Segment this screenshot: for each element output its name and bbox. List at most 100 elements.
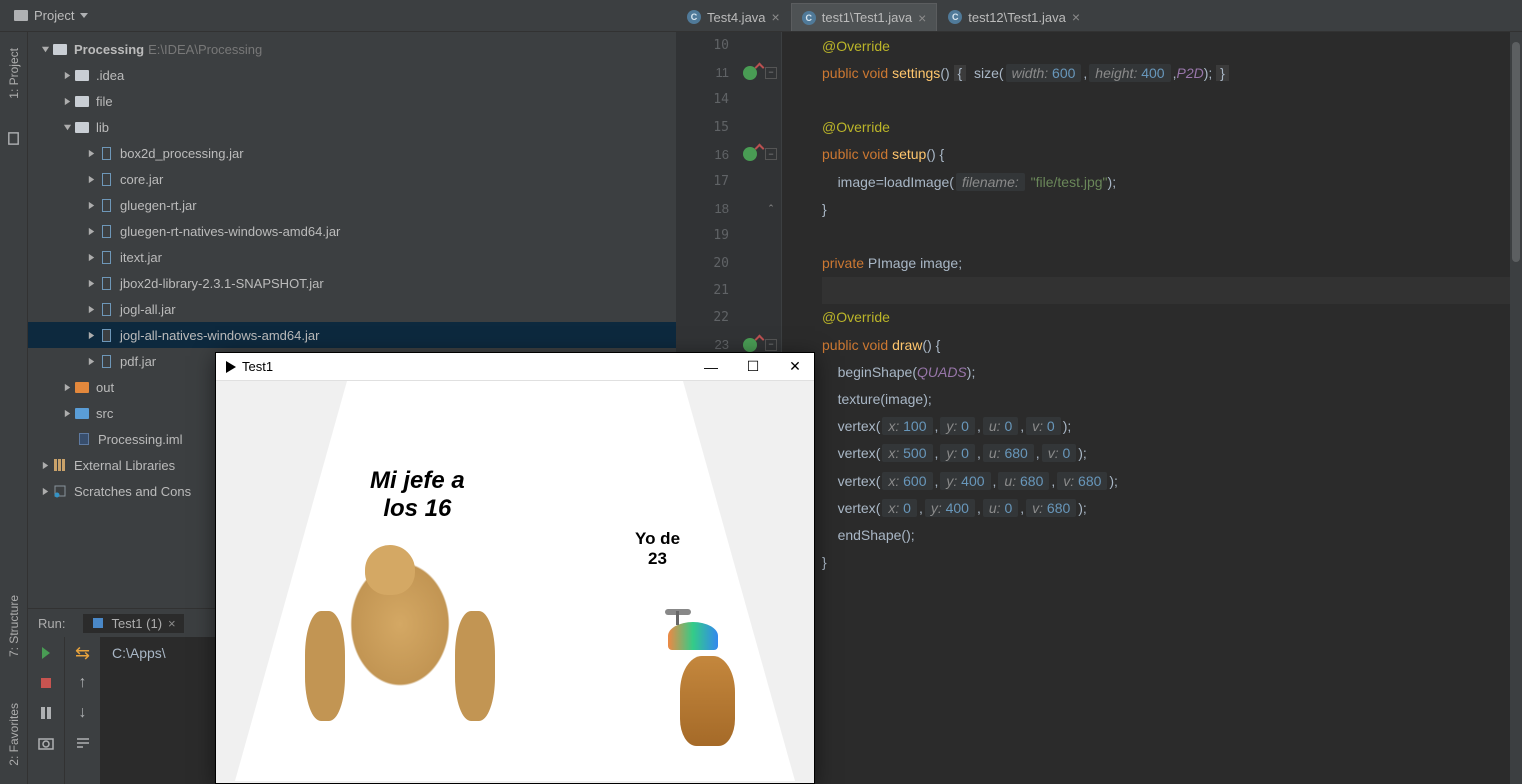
close-icon[interactable]: × bbox=[772, 9, 780, 25]
down-icon[interactable]: ↓ bbox=[73, 703, 93, 723]
code-line: beginShape(QUADS); bbox=[822, 358, 1522, 385]
meme-text-right: Yo de 23 bbox=[635, 529, 680, 569]
root-name: Processing bbox=[74, 42, 144, 57]
propeller-hat bbox=[665, 609, 691, 615]
editor-tabs: C Test4.java × C test1\Test1.java × C te… bbox=[676, 0, 1522, 32]
code-line: @Override bbox=[822, 304, 1522, 331]
code-line: @Override bbox=[822, 114, 1522, 141]
sidebar-tab-favorites[interactable]: 2: Favorites bbox=[5, 695, 23, 774]
code-line: vertex(x: 600,y: 400,u: 680,v: 680); bbox=[822, 467, 1522, 494]
line-number: 23 bbox=[715, 337, 729, 352]
file-icon[interactable] bbox=[6, 131, 22, 147]
run-tools-right: ⇆ ↑ ↓ bbox=[64, 637, 100, 784]
code-line: vertex(x: 500,y: 0,u: 680,v: 0); bbox=[822, 440, 1522, 467]
wrap-icon[interactable] bbox=[73, 733, 93, 753]
folder-icon bbox=[14, 10, 28, 21]
editor-tab-1[interactable]: C test1\Test1.java × bbox=[791, 3, 938, 31]
close-icon[interactable]: ✕ bbox=[786, 358, 804, 376]
class-icon: C bbox=[948, 10, 962, 24]
code-line: public void setup() { bbox=[822, 141, 1522, 168]
line-number: 22 bbox=[676, 304, 781, 331]
chevron-down-icon bbox=[80, 13, 88, 18]
code-line: @Override bbox=[822, 32, 1522, 59]
editor-scrollbar[interactable] bbox=[1510, 32, 1522, 784]
close-icon[interactable]: × bbox=[918, 10, 926, 26]
line-number: 20 bbox=[676, 250, 781, 277]
tree-jar[interactable]: jbox2d-library-2.3.1-SNAPSHOT.jar bbox=[28, 270, 676, 296]
tree-jar[interactable]: core.jar bbox=[28, 166, 676, 192]
editor-tab-0[interactable]: C Test4.java × bbox=[676, 3, 791, 31]
line-number: 17 bbox=[676, 168, 781, 195]
tree-jar-selected[interactable]: jogl-all-natives-windows-amd64.jar bbox=[28, 322, 676, 348]
project-dropdown[interactable]: Project bbox=[8, 6, 94, 25]
project-label: Project bbox=[34, 8, 74, 23]
root-path: E:\IDEA\Processing bbox=[148, 42, 262, 57]
tree-jar[interactable]: gluegen-rt.jar bbox=[28, 192, 676, 218]
code-line: } bbox=[822, 195, 1522, 222]
class-icon: C bbox=[687, 10, 701, 24]
tree-jar[interactable]: jogl-all.jar bbox=[28, 296, 676, 322]
tree-jar[interactable]: itext.jar bbox=[28, 244, 676, 270]
class-icon: C bbox=[802, 11, 816, 25]
code-line bbox=[822, 222, 1522, 249]
pause-icon[interactable] bbox=[36, 703, 56, 723]
meme-text-left: Mi jefe a los 16 bbox=[370, 467, 465, 523]
doge-strong-image bbox=[295, 561, 505, 771]
line-number: 14 bbox=[676, 86, 781, 113]
code-line: image=loadImage(filename: "file/test.jpg… bbox=[822, 168, 1522, 195]
code-line: vertex(x: 100,y: 0,u: 0,v: 0); bbox=[822, 413, 1522, 440]
line-number: 10 bbox=[676, 32, 781, 59]
minimize-icon[interactable]: — bbox=[702, 358, 720, 376]
code-line: } bbox=[822, 549, 1522, 576]
run-tab[interactable]: Test1 (1) × bbox=[83, 614, 183, 633]
processing-canvas: Mi jefe a los 16 Yo de 23 bbox=[216, 381, 814, 783]
fold-icon[interactable]: − bbox=[765, 339, 777, 351]
processing-window: Test1 — ☐ ✕ Mi jefe a los 16 Yo de 23 bbox=[215, 352, 815, 784]
line-number: 19 bbox=[676, 222, 781, 249]
tree-folder-idea[interactable]: .idea bbox=[28, 62, 676, 88]
override-icon[interactable] bbox=[743, 338, 757, 352]
override-icon[interactable] bbox=[743, 66, 757, 80]
sidebar-tab-structure[interactable]: 7: Structure bbox=[5, 587, 23, 665]
code-line bbox=[822, 86, 1522, 113]
up-icon[interactable]: ↑ bbox=[73, 673, 93, 693]
tree-jar[interactable]: gluegen-rt-natives-windows-amd64.jar bbox=[28, 218, 676, 244]
window-titlebar[interactable]: Test1 — ☐ ✕ bbox=[216, 353, 814, 381]
run-label: Run: bbox=[38, 616, 65, 631]
close-icon[interactable]: × bbox=[168, 616, 176, 631]
scrollbar-thumb[interactable] bbox=[1512, 42, 1520, 262]
camera-icon[interactable] bbox=[36, 733, 56, 753]
code-line: public void draw() { bbox=[822, 331, 1522, 358]
line-number: 15 bbox=[676, 114, 781, 141]
code-line: vertex(x: 0,y: 400,u: 0,v: 680); bbox=[822, 494, 1522, 521]
override-icon[interactable] bbox=[743, 147, 757, 161]
code-editor[interactable]: @Override public void settings() { size(… bbox=[782, 32, 1522, 784]
sidebar-tab-project[interactable]: 1: Project bbox=[5, 40, 23, 107]
tree-jar[interactable]: box2d_processing.jar bbox=[28, 140, 676, 166]
run-tools-left bbox=[28, 637, 64, 784]
line-number: 18 bbox=[715, 201, 729, 216]
toggle-icon[interactable]: ⇆ bbox=[73, 643, 93, 663]
fold-icon[interactable]: − bbox=[765, 148, 777, 160]
window-title: Test1 bbox=[242, 359, 273, 374]
code-line-current bbox=[822, 277, 1522, 304]
doge-weak-image bbox=[650, 626, 760, 756]
play-icon bbox=[226, 361, 236, 373]
left-sidebar: 1: Project 7: Structure 2: Favorites bbox=[0, 32, 28, 784]
maximize-icon[interactable]: ☐ bbox=[744, 358, 762, 376]
code-line: public void settings() { size(width: 600… bbox=[822, 59, 1522, 86]
editor-tab-2[interactable]: C test12\Test1.java × bbox=[937, 3, 1091, 31]
fold-icon[interactable]: − bbox=[765, 67, 777, 79]
rerun-icon[interactable] bbox=[36, 643, 56, 663]
close-icon[interactable]: × bbox=[1072, 9, 1080, 25]
code-line: texture(image); bbox=[822, 385, 1522, 412]
line-number: 16 bbox=[715, 147, 729, 162]
line-number: 11 bbox=[716, 65, 730, 80]
line-number: 21 bbox=[676, 277, 781, 304]
tree-folder-file[interactable]: file bbox=[28, 88, 676, 114]
code-line: private PImage image; bbox=[822, 250, 1522, 277]
tree-root[interactable]: Processing E:\IDEA\Processing bbox=[28, 36, 676, 62]
tree-folder-lib[interactable]: lib bbox=[28, 114, 676, 140]
stop-icon[interactable] bbox=[36, 673, 56, 693]
fold-icon[interactable]: ⌃ bbox=[765, 203, 777, 215]
